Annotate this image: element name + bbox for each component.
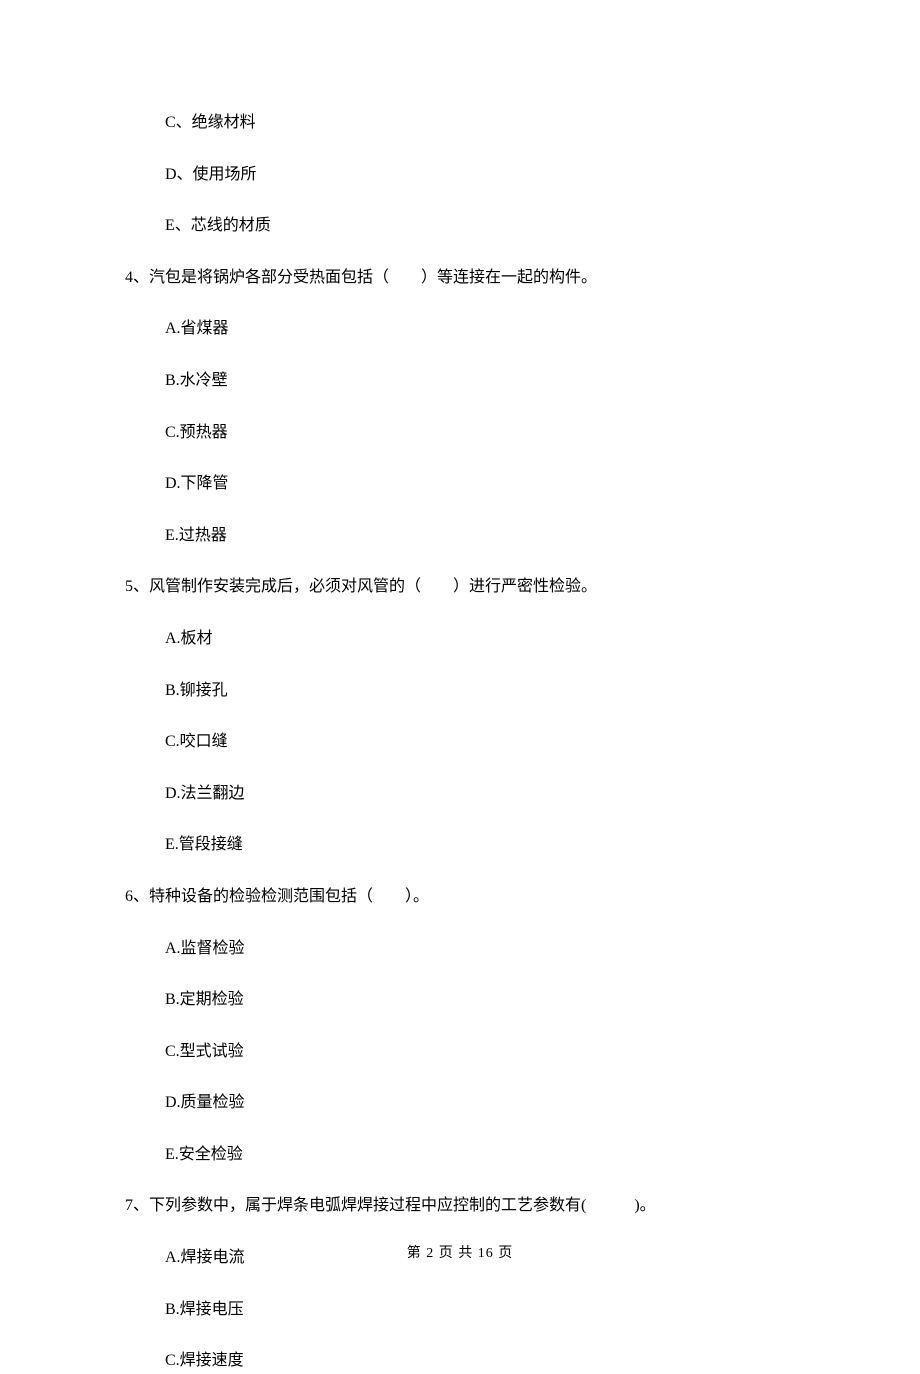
question-4-stem: 4、汽包是将锅炉各部分受热面包括（ ）等连接在一起的构件。 bbox=[125, 265, 795, 291]
option-item: C.焊接速度 bbox=[165, 1348, 795, 1374]
option-item: E.管段接缝 bbox=[165, 832, 795, 858]
option-item: D.质量检验 bbox=[165, 1090, 795, 1116]
option-item: E.安全检验 bbox=[165, 1142, 795, 1168]
page-footer: 第 2 页 共 16 页 bbox=[0, 1242, 920, 1262]
option-item: C.型式试验 bbox=[165, 1039, 795, 1065]
option-item: B.铆接孔 bbox=[165, 678, 795, 704]
option-item: A.板材 bbox=[165, 626, 795, 652]
option-item: B.焊接电压 bbox=[165, 1297, 795, 1323]
question-6-stem: 6、特种设备的检验检测范围包括（ ）。 bbox=[125, 884, 795, 910]
option-item: C.预热器 bbox=[165, 420, 795, 446]
question-4-options: A.省煤器 B.水冷壁 C.预热器 D.下降管 E.过热器 bbox=[165, 316, 795, 548]
option-item: E.过热器 bbox=[165, 523, 795, 549]
option-item: D、使用场所 bbox=[165, 162, 795, 188]
option-item: E、芯线的材质 bbox=[165, 213, 795, 239]
question-6-options: A.监督检验 B.定期检验 C.型式试验 D.质量检验 E.安全检验 bbox=[165, 936, 795, 1168]
option-item: A.省煤器 bbox=[165, 316, 795, 342]
question-7-stem: 7、下列参数中，属于焊条电弧焊焊接过程中应控制的工艺参数有( )。 bbox=[125, 1193, 795, 1219]
option-item: B.定期检验 bbox=[165, 987, 795, 1013]
option-item: C.咬口缝 bbox=[165, 729, 795, 755]
question-3-tail-options: C、绝缘材料 D、使用场所 E、芯线的材质 bbox=[165, 110, 795, 239]
option-item: A.监督检验 bbox=[165, 936, 795, 962]
question-5-options: A.板材 B.铆接孔 C.咬口缝 D.法兰翻边 E.管段接缝 bbox=[165, 626, 795, 858]
option-item: D.法兰翻边 bbox=[165, 781, 795, 807]
question-7-options: A.焊接电流 B.焊接电压 C.焊接速度 bbox=[165, 1245, 795, 1374]
option-item: D.下降管 bbox=[165, 471, 795, 497]
question-5-stem: 5、风管制作安装完成后，必须对风管的（ ）进行严密性检验。 bbox=[125, 574, 795, 600]
page-content: C、绝缘材料 D、使用场所 E、芯线的材质 4、汽包是将锅炉各部分受热面包括（ … bbox=[0, 0, 920, 1374]
option-item: C、绝缘材料 bbox=[165, 110, 795, 136]
option-item: B.水冷壁 bbox=[165, 368, 795, 394]
